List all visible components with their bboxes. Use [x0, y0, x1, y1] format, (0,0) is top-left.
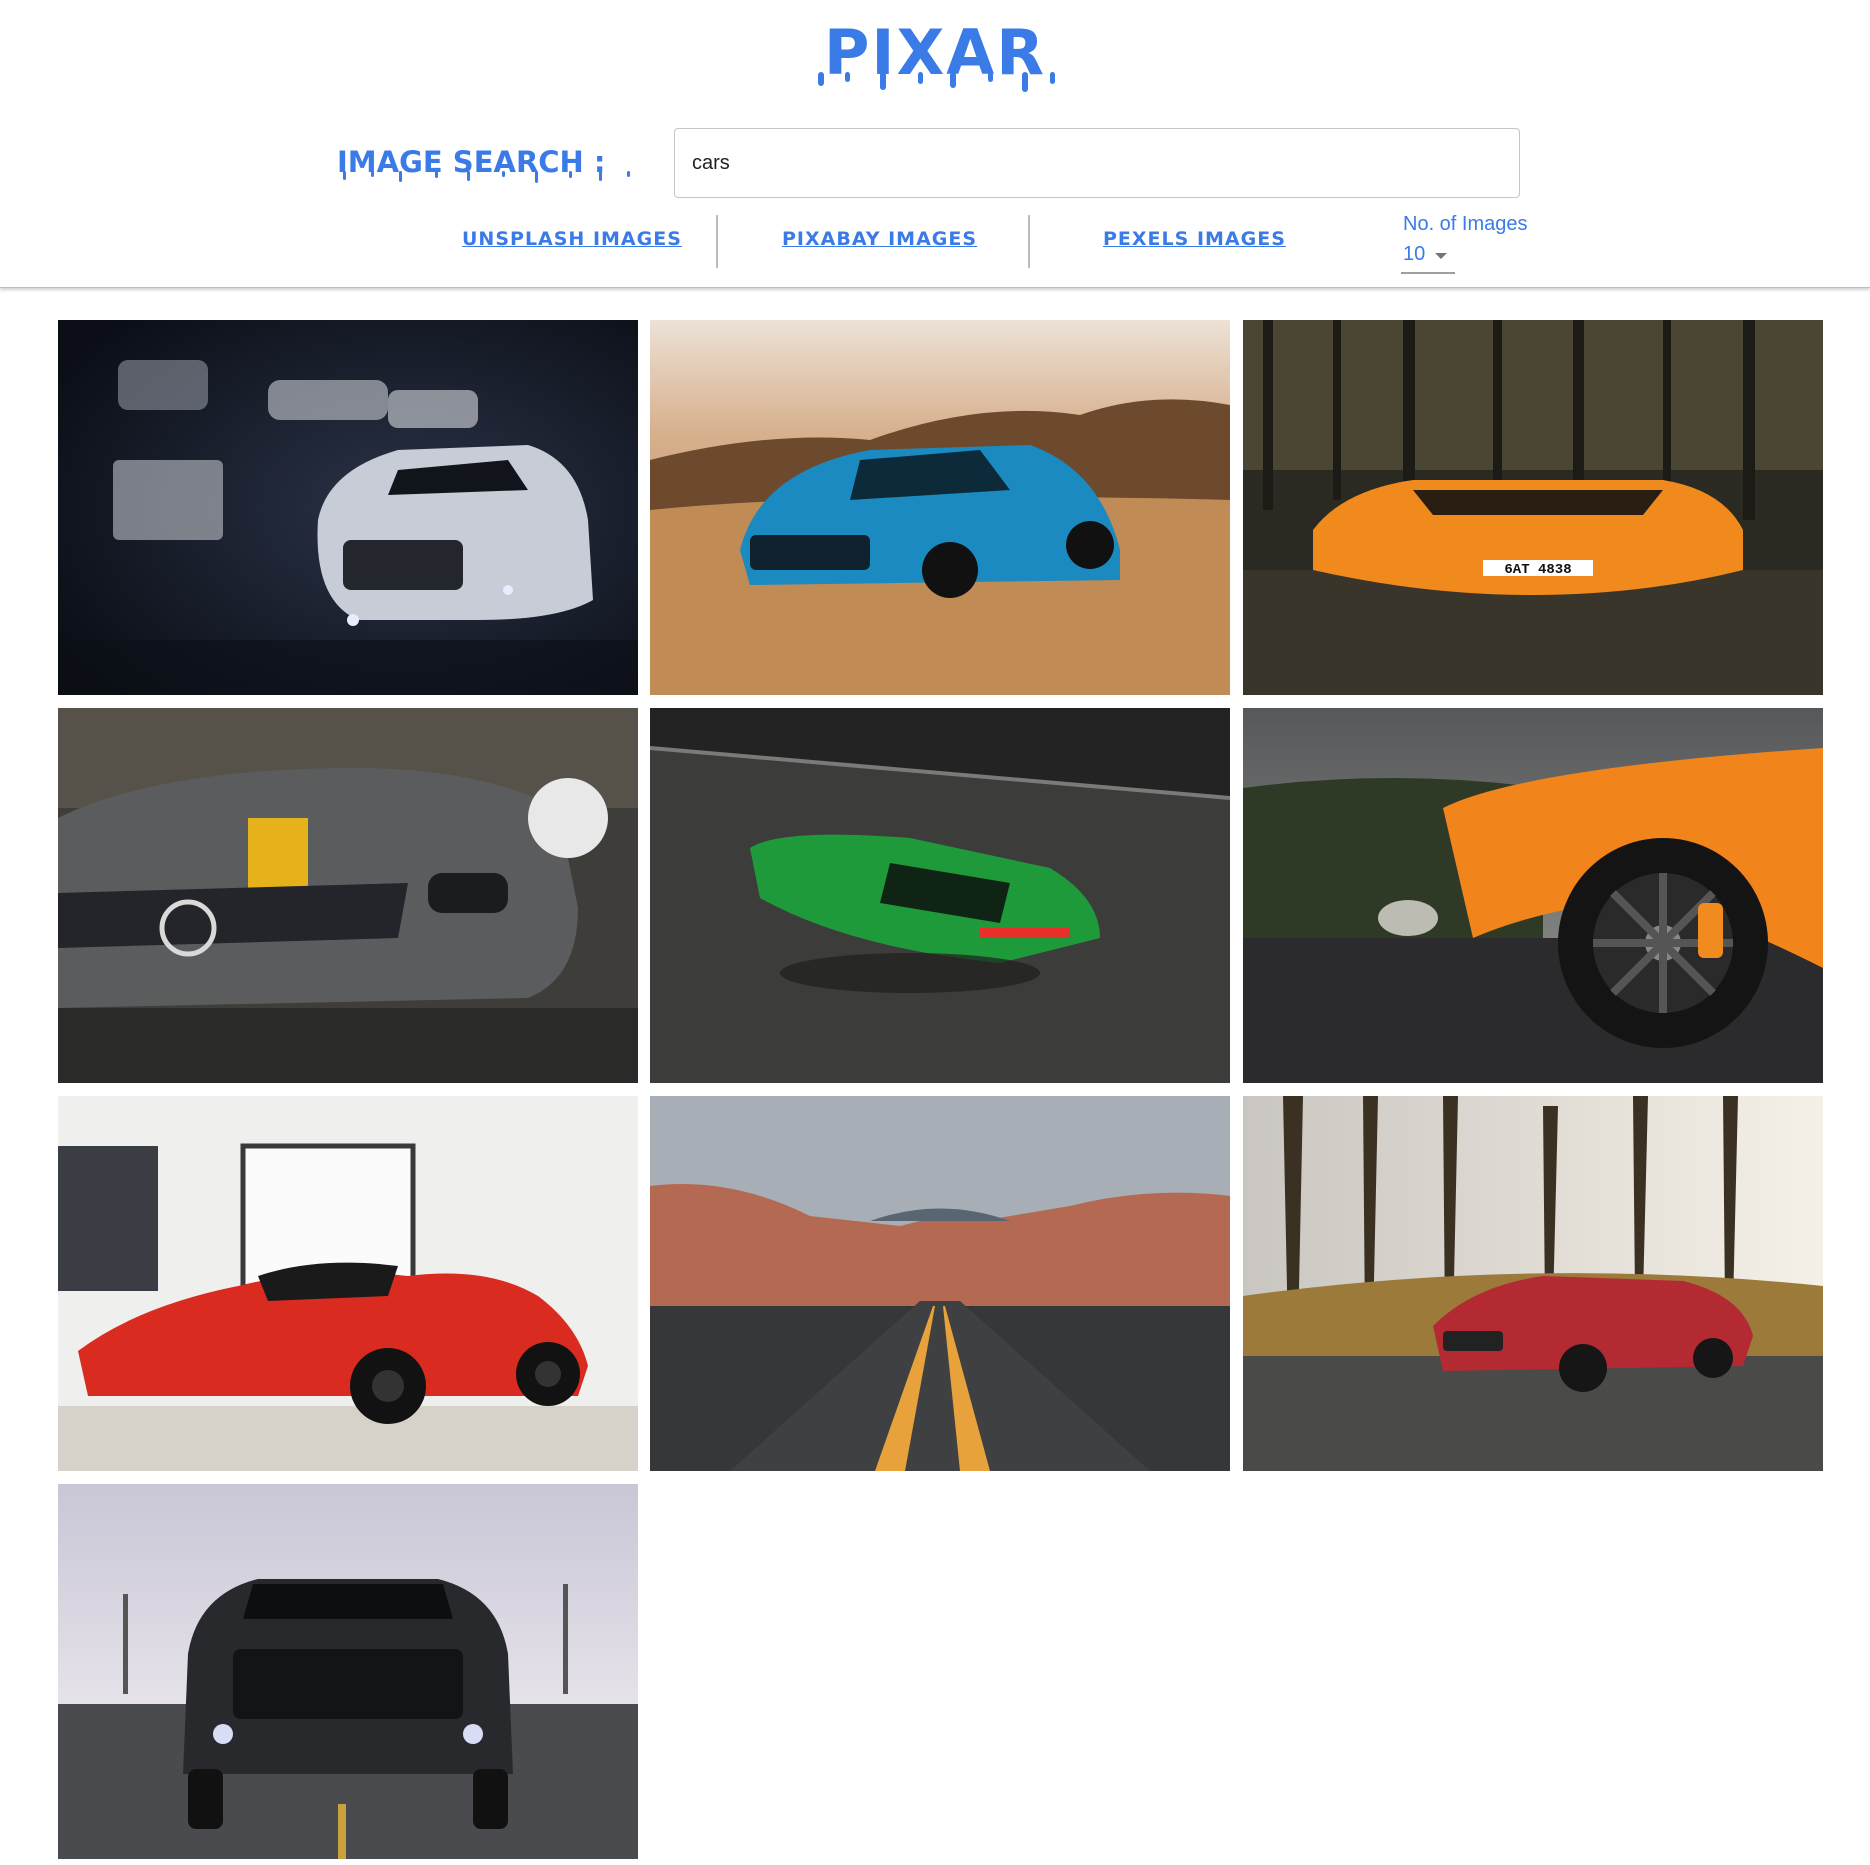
chevron-down-icon — [1435, 253, 1447, 259]
image-result[interactable] — [650, 708, 1230, 1083]
image-result[interactable] — [650, 320, 1230, 695]
pixabay-images-link[interactable]: PIXABAY IMAGES — [782, 228, 977, 258]
search-label: IMAGE SEARCH : — [337, 140, 667, 184]
image-result[interactable] — [58, 1484, 638, 1859]
image-count-select[interactable]: 10 — [1401, 238, 1455, 274]
search-input[interactable] — [674, 128, 1520, 198]
image-count-value: 10 — [1403, 243, 1426, 265]
image-result[interactable] — [650, 1096, 1230, 1471]
image-result[interactable] — [58, 708, 638, 1083]
divider — [1028, 215, 1030, 268]
unsplash-images-link[interactable]: UNSPLASH IMAGES — [462, 228, 682, 258]
image-result[interactable] — [58, 320, 638, 695]
top-bar: PIXAR IMAGE SEARCH : cars UNSPLASH IMAGE… — [0, 0, 1870, 288]
pixar-logo: PIXAR — [0, 16, 1870, 101]
svg-text:6AT 4838: 6AT 4838 — [1504, 562, 1571, 578]
image-count-label: No. of Images — [1403, 213, 1528, 235]
image-result[interactable]: 6AT 4838 — [1243, 320, 1823, 695]
divider — [716, 215, 718, 268]
pexels-images-link[interactable]: PEXELS IMAGES — [1103, 228, 1286, 258]
svg-text:PIXAR: PIXAR — [824, 16, 1046, 89]
image-result[interactable] — [58, 1096, 638, 1471]
image-result[interactable] — [1243, 708, 1823, 1083]
svg-text:IMAGE SEARCH :: IMAGE SEARCH : — [337, 145, 606, 179]
image-result[interactable] — [1243, 1096, 1823, 1471]
